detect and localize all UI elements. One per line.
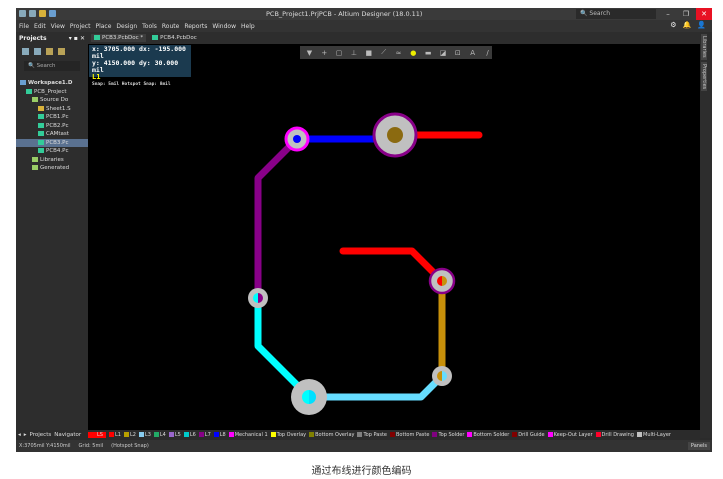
trace-light-blue[interactable] [305,372,446,401]
trace-mid-red[interactable] [339,247,440,279]
pad-large-top[interactable] [372,112,418,158]
via-left[interactable] [248,288,268,308]
pcb-traces [248,112,483,415]
via-right-bottom[interactable] [432,366,452,386]
figure-caption: 通过布线进行颜色编码 [311,466,412,477]
via-right-top[interactable] [428,267,456,295]
trace-purple[interactable] [254,142,294,302]
pad-bottom[interactable] [291,379,327,415]
via-top-left[interactable] [284,126,310,152]
